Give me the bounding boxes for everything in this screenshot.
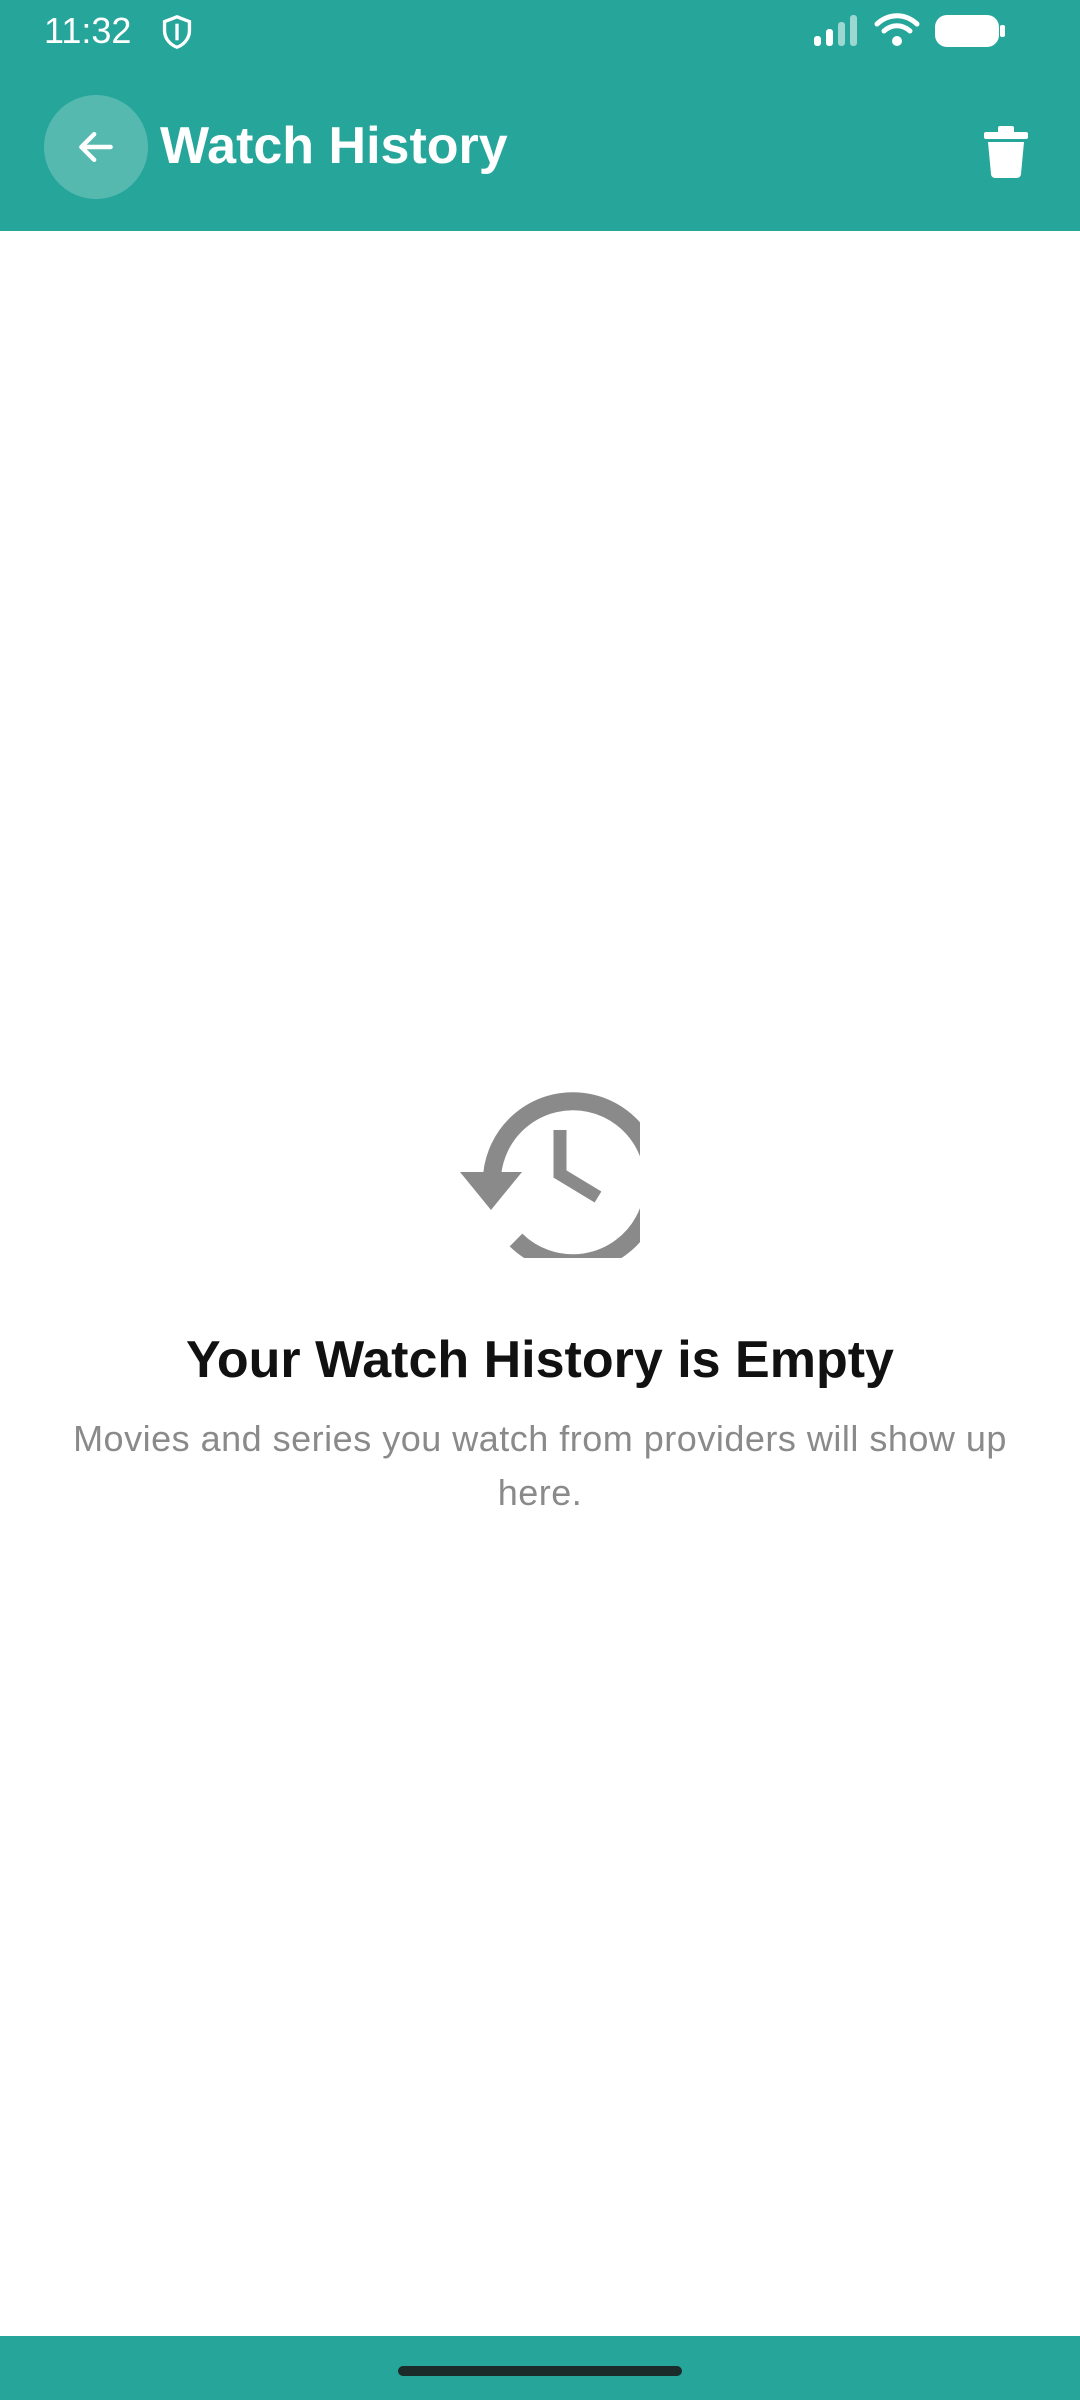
back-button[interactable] [44, 95, 148, 199]
empty-state-title: Your Watch History is Empty [186, 1331, 894, 1389]
app-bar: Watch History [0, 62, 1080, 231]
empty-state-subtitle: Movies and series you watch from provide… [73, 1418, 1007, 1513]
clear-history-button[interactable] [966, 112, 1046, 192]
empty-state: Your Watch History is Empty Movies and s… [0, 1080, 1080, 1520]
page-title: Watch History [160, 117, 508, 175]
arrow-left-icon [79, 131, 113, 163]
wifi-icon [874, 13, 920, 46]
home-indicator[interactable] [398, 2366, 682, 2376]
cellular-signal-icon [814, 15, 857, 46]
history-icon [460, 1092, 640, 1258]
top-bar: 11:32 Watch History [0, 0, 1080, 231]
battery-icon [935, 15, 1005, 47]
status-bar: 11:32 [0, 0, 1080, 62]
watch-history-screen: 11:32 Watch History Your Watch History i… [0, 0, 1080, 2400]
navigation-bar [0, 2336, 1080, 2400]
trash-icon [984, 126, 1028, 178]
status-time: 11:32 [44, 10, 132, 51]
shield-icon [162, 14, 192, 49]
